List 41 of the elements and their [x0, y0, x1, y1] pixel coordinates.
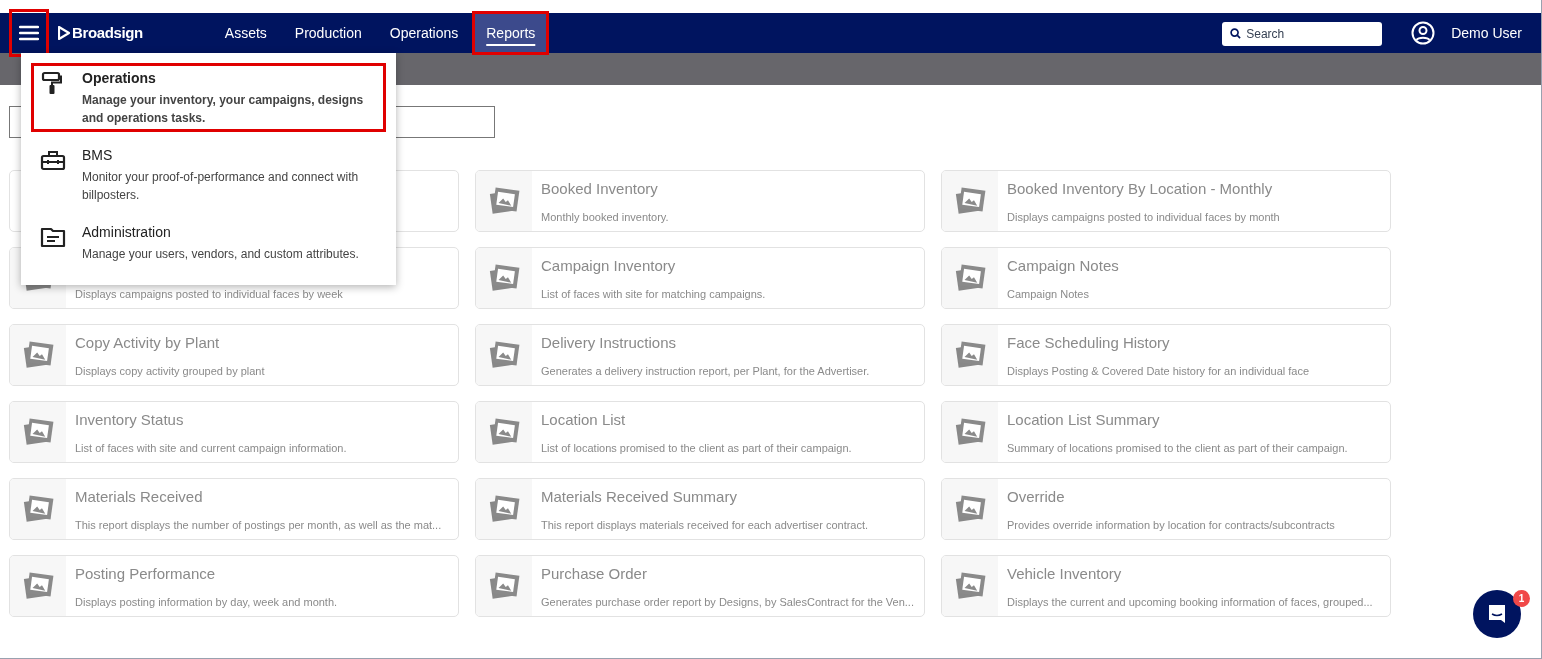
- report-title: Campaign Notes: [1007, 256, 1119, 276]
- logo-text: Broadsign: [72, 22, 143, 43]
- report-description: This report displays materials received for each advertiser contract.: [541, 518, 869, 533]
- report-title: Purchase Order: [541, 564, 648, 584]
- menu-item-description: Manage your users, vendors, and custom attributes.: [82, 246, 359, 263]
- report-title: Booked Inventory By Location - Monthly: [1007, 179, 1274, 199]
- report-title: Materials Received: [75, 487, 204, 507]
- report-title: Materials Received Summary: [541, 487, 738, 507]
- menu-item-title: Administration: [82, 223, 172, 242]
- report-description: Displays the current and upcoming booking information of faces, grouped...: [1007, 595, 1373, 610]
- report-description: Generates purchase order report by Designs, by SalesContract for the Ven...: [541, 595, 914, 610]
- report-description: Provides override information by location for contracts/subcontracts: [1007, 518, 1335, 533]
- report-title: Vehicle Inventory: [1007, 564, 1123, 584]
- report-description: Displays campaigns posted to individual faces by month: [1007, 210, 1280, 225]
- report-title: Override: [1007, 487, 1066, 507]
- report-title: Face Scheduling History: [1007, 333, 1171, 353]
- report-title: Delivery Instructions: [541, 333, 678, 353]
- report-description: Generates a delivery instruction report, per Plant, for the Advertiser.: [541, 364, 870, 379]
- report-title: Copy Activity by Plant: [75, 333, 221, 353]
- report-description: Displays copy activity grouped by plant: [75, 364, 265, 379]
- report-description: Campaign Notes: [1007, 287, 1090, 302]
- notification-badge: 1: [1513, 590, 1530, 607]
- menu-item-description: Manage your inventory, your campaigns, designs and operations tasks.: [82, 92, 365, 127]
- report-description: List of faces with site for matching campaigns.: [541, 287, 766, 302]
- report-description: This report displays the number of postings per month, as well as the mat...: [75, 518, 442, 533]
- report-description: Displays Posting & Covered Date history for an individual face: [1007, 364, 1310, 379]
- menu-item-title: BMS: [82, 146, 114, 165]
- report-title: Inventory Status: [75, 410, 185, 430]
- report-title: Location List: [541, 410, 627, 430]
- report-title: Booked Inventory: [541, 179, 659, 199]
- report-title: Campaign Inventory: [541, 256, 677, 276]
- report-description: Displays campaigns posted to individual faces by week: [75, 287, 343, 302]
- menu-item-title: Operations: [82, 69, 157, 88]
- report-description: Summary of locations promised to the client as part of their campaign.: [1007, 441, 1348, 456]
- report-description: Displays posting information by day, week and month.: [75, 595, 338, 610]
- menu-item-description: Monitor your proof-of-performance and connect with billposters.: [82, 169, 360, 204]
- report-description: List of faces with site and current campaign information.: [75, 441, 347, 456]
- report-description: Monthly booked inventory.: [541, 210, 669, 225]
- report-title: Posting Performance: [75, 564, 217, 584]
- report-description: List of locations promised to the client as part of their campaign.: [541, 441, 852, 456]
- report-title: Location List Summary: [1007, 410, 1161, 430]
